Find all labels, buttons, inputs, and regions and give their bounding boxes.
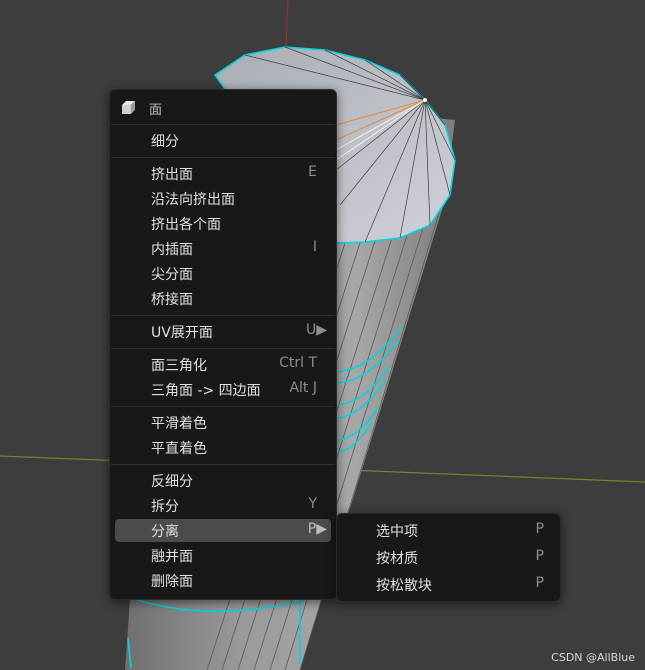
menu-item-inset-faces[interactable]: 内插面 I	[115, 237, 331, 260]
submenu-item-selection[interactable]: 选中项 P	[342, 517, 554, 542]
separate-submenu: 选中项 P 按材质 P 按松散块 P	[336, 513, 561, 602]
menu-item-tris-to-quads[interactable]: 三角面 -> 四边面 Alt J	[115, 378, 331, 401]
menu-item-un-subdivide[interactable]: 反细分	[115, 469, 331, 492]
menu-item-poke-faces[interactable]: 尖分面	[115, 262, 331, 285]
menu-divider	[111, 406, 335, 407]
menu-item-subdivide[interactable]: 细分	[115, 129, 331, 152]
menu-item-extrude-along-normals[interactable]: 沿法向挤出面	[115, 187, 331, 210]
menu-item-shade-flat[interactable]: 平直着色	[115, 436, 331, 459]
menu-divider	[111, 348, 335, 349]
menu-item-extrude-faces[interactable]: 挤出面 E	[115, 162, 331, 185]
menu-header: 面	[110, 96, 336, 120]
menu-item-uv-unwrap[interactable]: UV展开面 U▶	[115, 320, 331, 343]
menu-item-split[interactable]: 拆分 Y	[115, 494, 331, 517]
menu-divider	[111, 157, 335, 158]
menu-item-bridge-faces[interactable]: 桥接面	[115, 287, 331, 310]
menu-divider	[111, 464, 335, 465]
submenu-item-by-material[interactable]: 按材质 P	[342, 544, 554, 569]
menu-item-dissolve-faces[interactable]: 融并面	[115, 544, 331, 567]
menu-divider	[111, 315, 335, 316]
menu-item-delete-faces[interactable]: 删除面	[115, 569, 331, 592]
menu-title: 面	[149, 103, 163, 118]
face-cube-icon	[122, 101, 135, 114]
menu-item-separate[interactable]: 分离 P▶	[115, 519, 331, 542]
menu-item-extrude-individual[interactable]: 挤出各个面	[115, 212, 331, 235]
submenu-item-by-loose-parts[interactable]: 按松散块 P	[342, 571, 554, 596]
menu-item-shade-smooth[interactable]: 平滑着色	[115, 411, 331, 434]
menu-item-triangulate[interactable]: 面三角化 Ctrl T	[115, 353, 331, 376]
watermark: CSDN @AllBlue	[551, 651, 635, 664]
face-context-menu: 面 细分 挤出面 E 沿法向挤出面 挤出各个面 内插面 I 尖分面 桥接面 UV…	[109, 89, 337, 600]
menu-divider	[111, 124, 335, 125]
